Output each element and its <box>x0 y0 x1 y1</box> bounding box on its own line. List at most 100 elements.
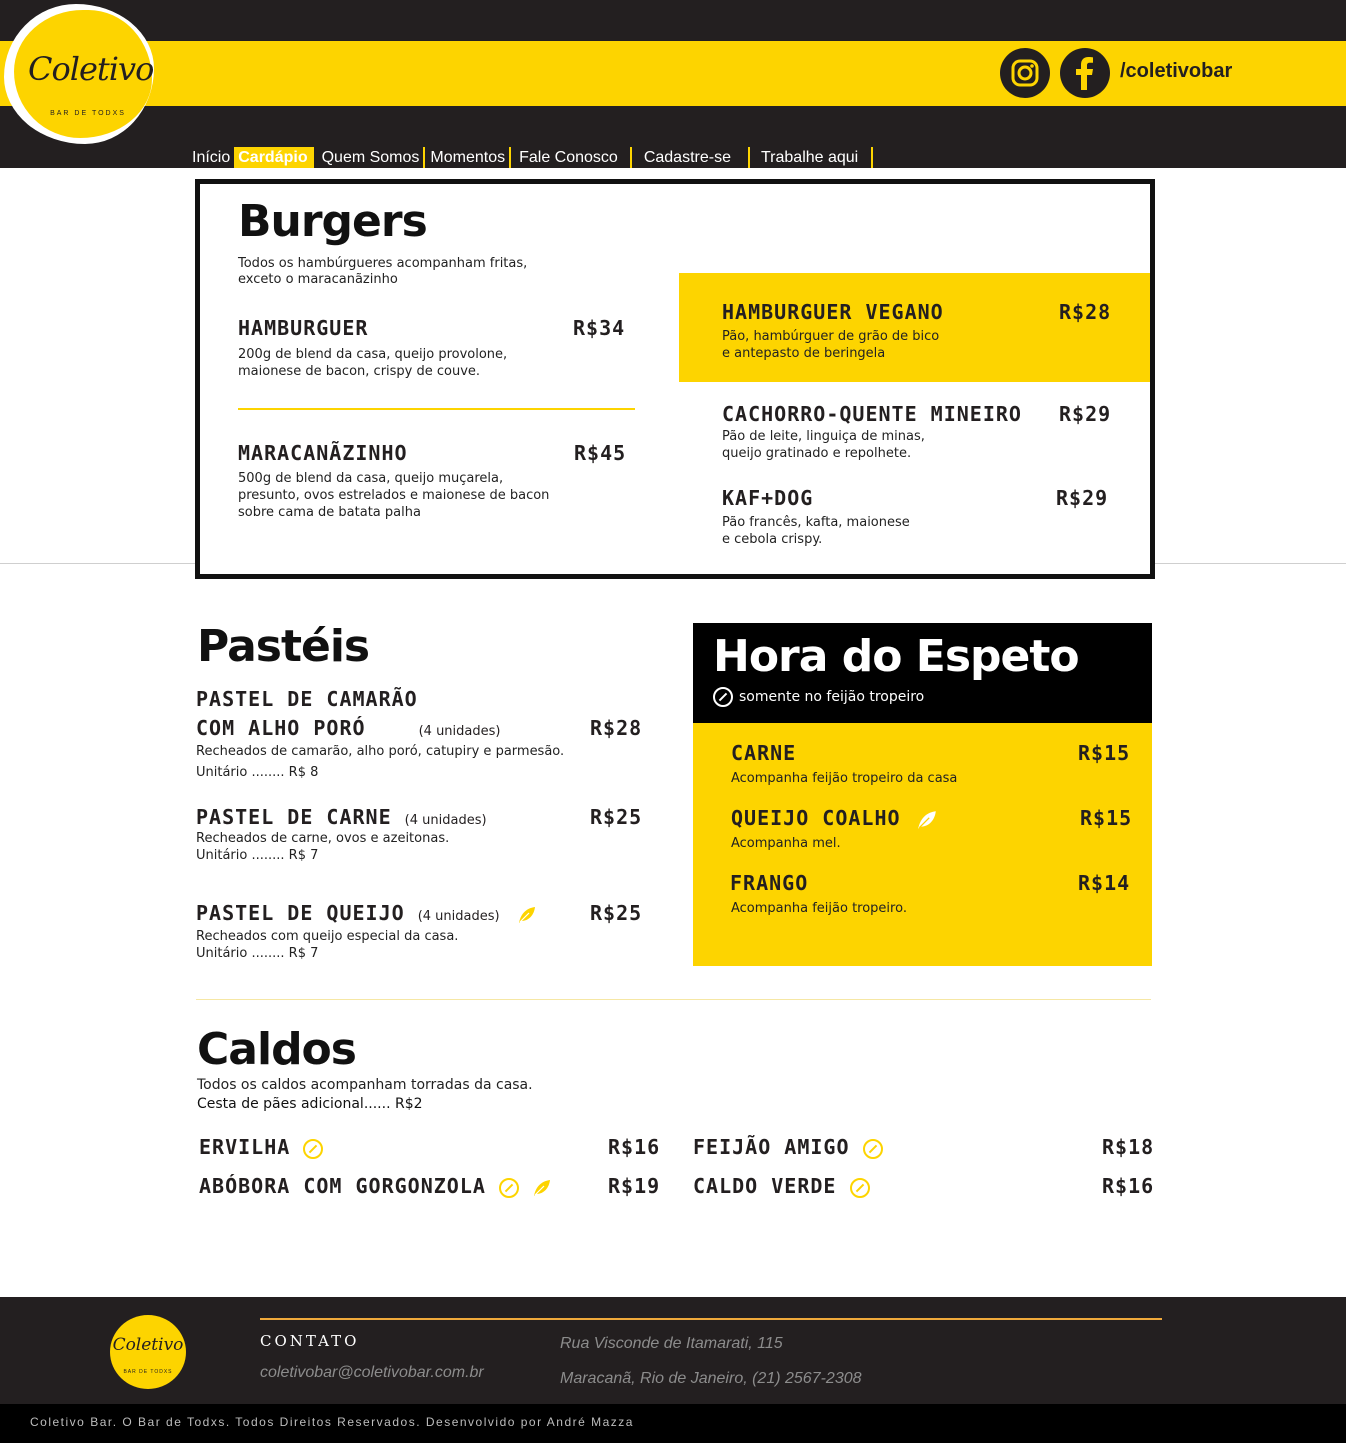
menu-item-price: R$29 <box>1056 486 1109 510</box>
menu-item-name-line: FEIJÃO AMIGO <box>693 1135 850 1159</box>
menu-item-description: Acompanha mel. <box>731 836 841 851</box>
main-nav: Início Cardápio Quem Somos Momentos Fale… <box>188 147 874 168</box>
footer-logo-text: Coletivo <box>112 1335 184 1355</box>
desc-line: Pão francês, kafta, maionese <box>722 515 910 530</box>
vegetarian-leaf-icon <box>917 810 936 829</box>
nav-item-momentos[interactable]: Momentos <box>425 147 512 168</box>
desc-line: Pão de leite, linguiça de minas, <box>722 429 925 444</box>
nav-item-quem-somos[interactable]: Quem Somos <box>318 147 426 168</box>
no-gluten-icon <box>713 687 733 707</box>
menu-item-price: R$16 <box>1102 1174 1155 1198</box>
menu-item-description: Acompanha feijão tropeiro. <box>731 901 907 916</box>
menu-item-price: R$25 <box>590 901 643 925</box>
unit-price: Unitário ........ R$ 7 <box>196 946 319 961</box>
unit-price: Unitário ........ R$ 8 <box>196 765 319 780</box>
burgers-divider <box>238 408 635 410</box>
footer-logo-tagline: BAR DE TODXS <box>123 1369 173 1375</box>
social-handle[interactable]: /coletivobar <box>1120 60 1232 83</box>
nav-item-trabalhe-aqui[interactable]: Trabalhe aqui <box>750 147 874 168</box>
caldos-note-line: Todos os caldos acompanham torradas da c… <box>197 1077 533 1093</box>
menu-item-name: HAMBURGUER VEGANO <box>722 300 944 324</box>
menu-item-price: R$28 <box>590 716 643 740</box>
menu-item-price: R$19 <box>608 1174 661 1198</box>
no-gluten-icon <box>849 1177 870 1198</box>
menu-item-name: HAMBURGUER <box>238 316 369 340</box>
site-logo-tagline: BAR DE TODXS <box>50 110 126 117</box>
menu-item-price: R$28 <box>1059 300 1112 324</box>
desc-line: e antepasto de beringela <box>722 346 886 361</box>
menu-item-name: FEIJÃO AMIGO <box>693 1135 883 1159</box>
caldos-note: Todos os caldos acompanham torradas da c… <box>197 1076 533 1114</box>
footer-address-city: Maracanã, Rio de Janeiro, (21) 2567-2308 <box>560 1370 862 1387</box>
menu-item-price: R$14 <box>1078 871 1131 895</box>
menu-item-price: R$15 <box>1080 806 1133 830</box>
menu-item-name: KAF+DOG <box>722 486 814 510</box>
desc-line: Recheados de carne, ovos e azeitonas. <box>196 831 450 846</box>
footer-logo[interactable]: Coletivo BAR DE TODXS <box>110 1315 186 1389</box>
desc-line: 500g de blend da casa, queijo muçarela, <box>238 471 504 486</box>
desc-line: Pão, hambúrguer de grão de bico <box>722 329 940 344</box>
menu-item-description: Pão, hambúrguer de grão de bico e antepa… <box>722 328 939 362</box>
instagram-icon[interactable] <box>1000 48 1050 98</box>
footer-email[interactable]: coletivobar@coletivobar.com.br <box>260 1364 484 1382</box>
unit-price: Unitário ........ R$ 7 <box>196 848 319 863</box>
espeto-title: Hora do Espeto <box>713 631 1080 682</box>
footer-divider <box>260 1318 1162 1320</box>
menu-item-price: R$16 <box>608 1135 661 1159</box>
desc-line: Recheados de camarão, alho poró, catupir… <box>196 744 565 759</box>
footer-contact-label: CONTATO <box>260 1332 360 1350</box>
desc-line: sobre cama de batata palha <box>238 505 421 520</box>
menu-item-name-line: COM ALHO PORÓ <box>196 716 366 740</box>
menu-item-description: Acompanha feijão tropeiro da casa <box>731 771 958 786</box>
nav-item-fale-conosco[interactable]: Fale Conosco <box>511 147 632 168</box>
menu-item-name-line: PASTEL DE QUEIJO <box>196 901 405 925</box>
menu-item-name: PASTEL DE QUEIJO (4 unidades) <box>196 901 537 925</box>
desc-line: e cebola crispy. <box>722 532 823 547</box>
menu-item-description: Pão de leite, linguiça de minas, queijo … <box>722 428 925 462</box>
menu-item-name: ABÓBORA COM GORGONZOLA <box>199 1174 552 1198</box>
site-logo[interactable]: Coletivo BAR DE TODXS <box>4 4 154 144</box>
facebook-icon[interactable] <box>1060 48 1110 98</box>
site-logo-badge: Coletivo BAR DE TODXS <box>14 10 154 138</box>
menu-item-description: Recheados de carne, ovos e azeitonas. Un… <box>196 830 449 864</box>
burgers-note-line: exceto o maracanãzinho <box>238 272 398 287</box>
menu-item-name: CALDO VERDE <box>693 1174 870 1198</box>
menu-item-price: R$18 <box>1102 1135 1155 1159</box>
footer-copyright: Coletivo Bar. O Bar de Todxs. Todos Dire… <box>30 1415 634 1429</box>
nav-item-cardapio[interactable]: Cardápio <box>234 147 314 168</box>
caldos-title: Caldos <box>197 1024 357 1075</box>
menu-item-name-line: ABÓBORA COM GORGONZOLA <box>199 1174 486 1198</box>
no-gluten-icon <box>862 1138 883 1159</box>
espeto-subtitle: somente no feijão tropeiro <box>713 687 924 707</box>
menu-item-name: COM ALHO PORÓ (4 unidades) <box>196 716 500 740</box>
desc-line: maionese de bacon, crispy de couve. <box>238 364 481 379</box>
caldos-divider <box>196 999 1151 1000</box>
menu-item-name: QUEIJO COALHO <box>731 806 938 831</box>
menu-item-name-line: QUEIJO COALHO <box>731 806 901 830</box>
menu-item-name: CACHORRO-QUENTE MINEIRO <box>722 402 1022 426</box>
menu-item-price: R$45 <box>574 441 627 465</box>
menu-item-name: PASTEL DE CARNE (4 unidades) <box>196 805 487 829</box>
no-gluten-icon <box>303 1138 324 1159</box>
footer-address: Rua Visconde de Itamarati, 115 <box>560 1335 783 1352</box>
menu-item-description: 200g de blend da casa, queijo provolone,… <box>238 346 507 380</box>
site-logo-text: Coletivo <box>28 50 154 88</box>
menu-item-name: FRANGO <box>730 871 809 895</box>
desc-line: Recheados com queijo especial da casa. <box>196 929 459 944</box>
menu-item-name: CARNE <box>731 741 797 765</box>
espeto-subtitle-text: somente no feijão tropeiro <box>739 689 925 705</box>
vegetarian-leaf-icon <box>534 1179 550 1196</box>
desc-line: 200g de blend da casa, queijo provolone, <box>238 347 508 362</box>
pasteis-title: Pastéis <box>197 621 370 672</box>
desc-line: presunto, ovos estrelados e maionese de … <box>238 488 550 503</box>
menu-item-price: R$34 <box>573 316 626 340</box>
menu-item-price: R$25 <box>590 805 643 829</box>
menu-item-name-line: CALDO VERDE <box>693 1174 837 1198</box>
desc-line: queijo gratinado e repolhete. <box>722 446 912 461</box>
menu-item-name-line: PASTEL DE CARNE <box>196 805 392 829</box>
nav-item-inicio[interactable]: Início <box>188 147 234 168</box>
burgers-title: Burgers <box>238 196 428 247</box>
menu-item-name: MARACANÃZINHO <box>238 441 408 465</box>
no-gluten-icon <box>498 1177 519 1198</box>
nav-item-cadastre-se[interactable]: Cadastre-se <box>632 147 750 168</box>
